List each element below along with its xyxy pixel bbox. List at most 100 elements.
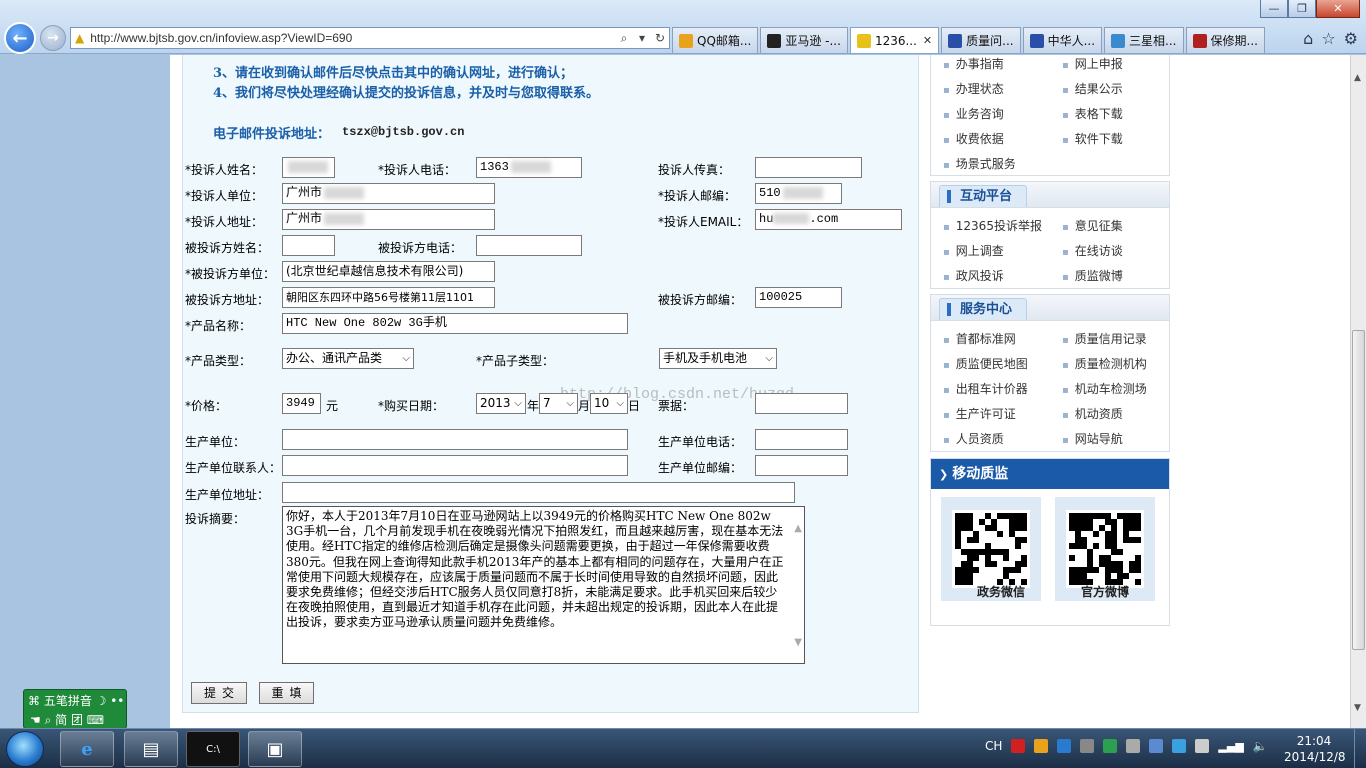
scroll-down-icon[interactable]: ▼ bbox=[1354, 703, 1361, 713]
tray-green-icon[interactable] bbox=[1103, 739, 1118, 753]
browser-tab[interactable]: 质量问... bbox=[941, 27, 1021, 53]
maker-zip-input[interactable] bbox=[755, 455, 848, 476]
respondent-unit-input[interactable]: (北京世纪卓越信息技术有限公司) bbox=[282, 261, 495, 282]
clock[interactable]: 21:04 2014/12/8 bbox=[1284, 733, 1346, 765]
show-desktop-button[interactable] bbox=[1354, 729, 1366, 768]
sidebar-link[interactable]: 人员资质 bbox=[943, 430, 1004, 447]
sidebar-link[interactable]: 出租车计价器 bbox=[943, 380, 1028, 397]
complainant-zip-input[interactable]: 510 bbox=[755, 183, 842, 204]
tray-device-icon[interactable] bbox=[1080, 739, 1095, 753]
respondent-address-input[interactable]: 朝阳区东四环中路56号楼第11层1101 bbox=[282, 287, 495, 308]
tray-network-icon[interactable] bbox=[1057, 739, 1072, 753]
app-taskbar-icon[interactable]: ▣ bbox=[248, 731, 302, 767]
sidebar-link[interactable]: 政风投诉 bbox=[943, 267, 1004, 284]
sidebar-link[interactable]: 业务咨询 bbox=[943, 105, 1004, 122]
minimize-button[interactable]: — bbox=[1260, 0, 1288, 18]
sidebar-link[interactable]: 网站导航 bbox=[1062, 430, 1123, 447]
search-icon[interactable]: ⌕ bbox=[615, 31, 633, 46]
browser-tab[interactable]: 三星相... bbox=[1104, 27, 1184, 53]
scroll-down-icon[interactable]: ▼ bbox=[794, 635, 802, 650]
sidebar-link[interactable]: 办理状态 bbox=[943, 80, 1004, 97]
sidebar-link[interactable]: 软件下载 bbox=[1062, 130, 1123, 147]
receipt-input[interactable] bbox=[755, 393, 848, 414]
sidebar-link[interactable]: 质量检测机构 bbox=[1062, 355, 1147, 372]
page-scrollbar[interactable]: ▲ ▼ bbox=[1350, 55, 1366, 728]
tray-app-icon[interactable] bbox=[1011, 739, 1026, 753]
maker-address-input[interactable] bbox=[282, 482, 795, 503]
sidebar-link[interactable]: 首都标准网 bbox=[943, 330, 1016, 347]
address-bar[interactable]: ▲ http://www.bjtsb.gov.cn/infoview.asp?V… bbox=[70, 27, 670, 49]
day-select[interactable]: 10 ⌵ bbox=[590, 393, 628, 414]
product-type-select[interactable]: 办公、通讯产品类 ⌵ bbox=[282, 348, 414, 369]
product-name-input[interactable]: HTC New One 802w 3G手机 bbox=[282, 313, 628, 334]
home-icon[interactable]: ⌂ bbox=[1303, 29, 1313, 48]
back-button[interactable]: ← bbox=[4, 22, 36, 54]
close-button[interactable]: ✕ bbox=[1316, 0, 1360, 18]
tray-window-icon[interactable] bbox=[1126, 739, 1141, 753]
scroll-up-icon[interactable]: ▲ bbox=[794, 521, 802, 536]
sidebar-link[interactable]: 结果公示 bbox=[1062, 80, 1123, 97]
cmd-taskbar-icon[interactable]: C:\ bbox=[186, 731, 240, 767]
sidebar-link[interactable]: 生产许可证 bbox=[943, 405, 1016, 422]
maker-input[interactable] bbox=[282, 429, 628, 450]
sidebar-link[interactable]: 表格下载 bbox=[1062, 105, 1123, 122]
browser-tab[interactable]: 中华人... bbox=[1022, 27, 1103, 53]
price-input[interactable]: 3949 bbox=[282, 393, 321, 414]
signal-icon[interactable]: ▂▄▆ bbox=[1218, 740, 1243, 753]
browser-tab[interactable]: 保修期... bbox=[1185, 27, 1265, 53]
sidebar-link[interactable]: 办事指南 bbox=[943, 55, 1004, 72]
complainant-address-input[interactable]: 广州市 bbox=[282, 209, 495, 230]
respondent-zip-input[interactable]: 100025 bbox=[755, 287, 842, 308]
sidebar-link[interactable]: 网上申报 bbox=[1062, 55, 1123, 72]
complainant-name-input[interactable] bbox=[282, 157, 335, 178]
dropdown-icon[interactable]: ▾ bbox=[633, 31, 651, 45]
tab-close-icon[interactable]: ✕ bbox=[923, 34, 932, 47]
browser-tab[interactable]: 1236... ✕ bbox=[849, 27, 940, 53]
explorer-taskbar-icon[interactable]: ▤ bbox=[124, 731, 178, 767]
scroll-up-icon[interactable]: ▲ bbox=[1354, 73, 1361, 83]
maker-phone-input[interactable] bbox=[755, 429, 848, 450]
ime-toolbar[interactable]: ⌘ 五笔拼音 ☽ •• ☚ ⌕ 简 团 ⌨ bbox=[23, 689, 127, 729]
forward-button[interactable]: → bbox=[40, 25, 66, 51]
year-select[interactable]: 2013 ⌵ bbox=[476, 393, 526, 414]
start-button[interactable] bbox=[6, 731, 44, 767]
sidebar-link[interactable]: 12365投诉举报 bbox=[943, 217, 1042, 234]
product-subtype-select[interactable]: 手机及手机电池 ⌵ bbox=[659, 348, 777, 369]
respondent-name-input[interactable] bbox=[282, 235, 335, 256]
tray-user-icon[interactable] bbox=[1034, 739, 1049, 753]
restore-button[interactable]: ❐ bbox=[1288, 0, 1316, 18]
ie-taskbar-icon[interactable]: e bbox=[60, 731, 114, 767]
submit-button[interactable]: 提交 bbox=[191, 682, 247, 704]
sidebar-link[interactable]: 意见征集 bbox=[1062, 217, 1123, 234]
sidebar-link[interactable]: 质监微博 bbox=[1062, 267, 1123, 284]
sidebar-link[interactable]: 收费依据 bbox=[943, 130, 1004, 147]
reset-button[interactable]: 重填 bbox=[259, 682, 314, 704]
tray-flag-icon[interactable] bbox=[1195, 739, 1210, 753]
sidebar-link[interactable]: 网上调查 bbox=[943, 242, 1004, 259]
browser-tab[interactable]: 亚马逊 -... bbox=[760, 27, 848, 53]
sidebar-link[interactable]: 机动车检测场 bbox=[1062, 380, 1147, 397]
refresh-icon[interactable]: ↻ bbox=[651, 31, 669, 45]
tray-link-icon[interactable] bbox=[1149, 739, 1164, 753]
sidebar-link[interactable]: 质监便民地图 bbox=[943, 355, 1028, 372]
tray-cloud-icon[interactable] bbox=[1172, 739, 1187, 753]
month-select[interactable]: 7 ⌵ bbox=[539, 393, 578, 414]
browser-tab[interactable]: QQ邮箱... bbox=[672, 27, 759, 53]
sidebar-link[interactable]: 场景式服务 bbox=[943, 155, 1016, 172]
complainant-unit-input[interactable]: 广州市 bbox=[282, 183, 495, 204]
sidebar-link[interactable]: 质量信用记录 bbox=[1062, 330, 1147, 347]
summary-textarea[interactable]: 你好，本人于2013年7月10日在亚马逊网站上以3949元的价格购买HTC Ne… bbox=[282, 506, 805, 664]
sidebar-link[interactable]: 在线访谈 bbox=[1062, 242, 1123, 259]
address-text[interactable]: http://www.bjtsb.gov.cn/infoview.asp?Vie… bbox=[90, 31, 615, 45]
scroll-thumb[interactable] bbox=[1352, 330, 1365, 650]
settings-gear-icon[interactable]: ⚙ bbox=[1344, 29, 1358, 48]
respondent-phone-input[interactable] bbox=[476, 235, 582, 256]
complainant-phone-input[interactable]: 1363 bbox=[476, 157, 582, 178]
language-indicator[interactable]: CH bbox=[985, 739, 1002, 753]
sidebar-link[interactable]: 机动资质 bbox=[1062, 405, 1123, 422]
maker-contact-input[interactable] bbox=[282, 455, 628, 476]
complainant-email-input[interactable]: hu .com bbox=[755, 209, 902, 230]
volume-icon[interactable]: 🔈 bbox=[1253, 739, 1268, 753]
complainant-fax-input[interactable] bbox=[755, 157, 862, 178]
favorites-star-icon[interactable]: ☆ bbox=[1321, 29, 1335, 48]
